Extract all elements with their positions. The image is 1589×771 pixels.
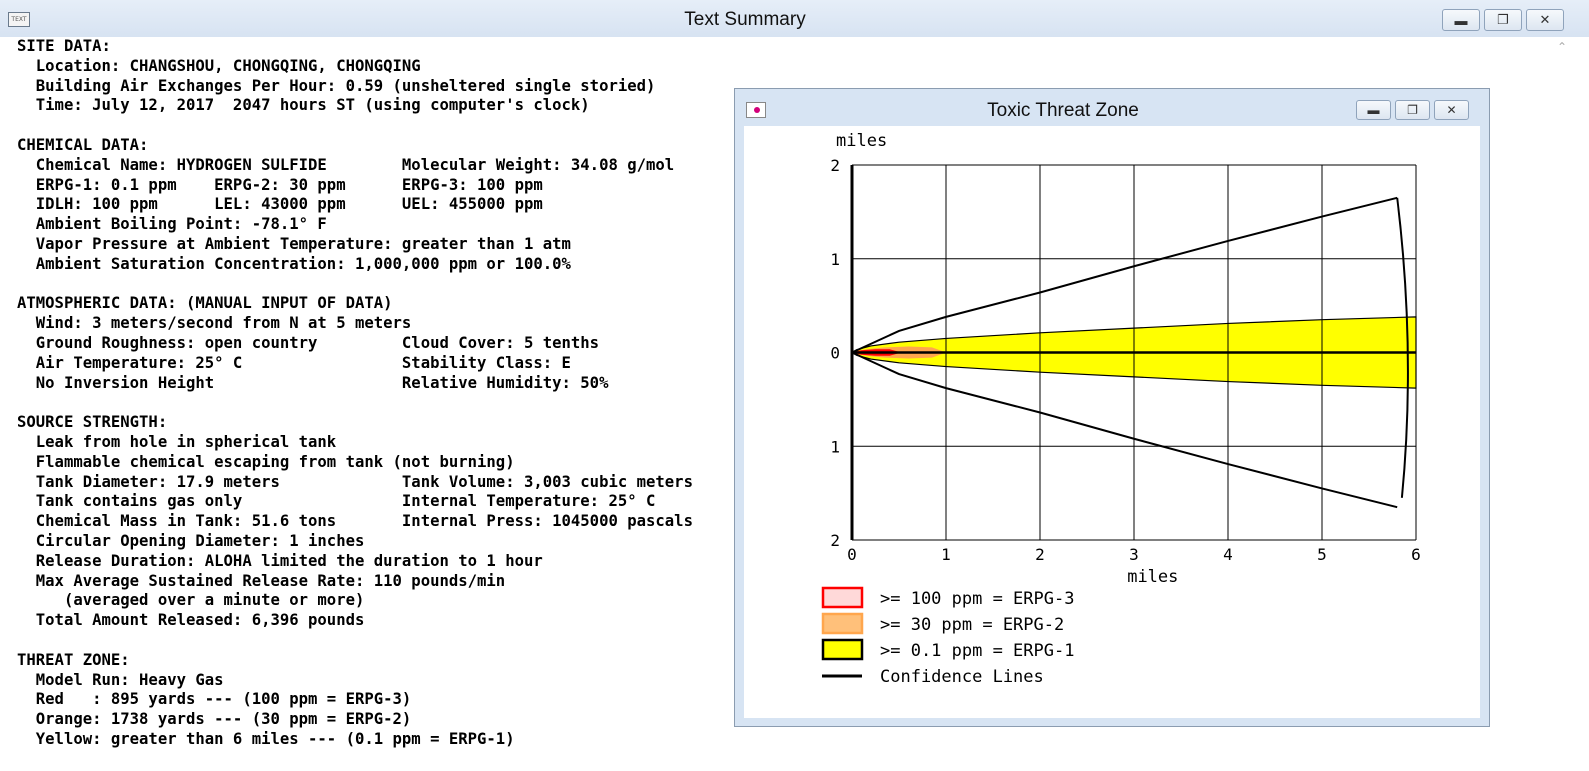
summary-line: CHEMICAL DATA: xyxy=(17,135,149,154)
threat-minimize-button[interactable]: ▬ xyxy=(1356,100,1391,120)
summary-line: ERPG-1: 0.1 ppm ERPG-2: 30 ppm ERPG-3: 1… xyxy=(17,175,543,194)
window-title: Text Summary xyxy=(684,9,806,30)
close-icon: ✕ xyxy=(1446,103,1457,117)
summary-line: SOURCE STRENGTH: xyxy=(17,413,168,432)
threat-close-button[interactable]: ✕ xyxy=(1434,100,1469,120)
legend-label: Confidence Lines xyxy=(880,667,1044,687)
maximize-icon: ❐ xyxy=(1497,12,1509,27)
summary-line: Red : 895 yards --- (100 ppm = ERPG-3) xyxy=(17,690,412,709)
summary-line xyxy=(17,275,693,295)
summary-line: THREAT ZONE: xyxy=(17,650,130,669)
summary-line: Chemical Name: HYDROGEN SULFIDE Molecula… xyxy=(17,155,675,174)
summary-line xyxy=(17,116,693,136)
summary-line: Vapor Pressure at Ambient Temperature: g… xyxy=(17,234,571,253)
x-axis-label: miles xyxy=(1127,567,1178,587)
summary-line: SITE DATA: xyxy=(17,37,111,55)
x-tick-label: 6 xyxy=(1411,545,1421,564)
summary-line: (averaged over a minute or more) xyxy=(17,591,365,610)
summary-line: Flammable chemical escaping from tank (n… xyxy=(17,452,515,471)
summary-line: Location: CHANGSHOU, CHONGQING, CHONGQIN… xyxy=(17,56,421,75)
minimize-button[interactable]: ▬ xyxy=(1442,9,1480,31)
legend-label: >= 30 ppm = ERPG-2 xyxy=(880,615,1064,635)
minimize-icon: ▬ xyxy=(1367,103,1380,117)
toxic-threat-zone-window[interactable]: Toxic Threat Zone ▬ ❐ ✕ 0 1 2 3 4 5 6 2 1 0 1 2 mile… xyxy=(734,88,1490,727)
summary-line: Max Average Sustained Release Rate: 110 … xyxy=(17,571,506,590)
y-axis-label: miles xyxy=(836,131,887,151)
legend-swatch-orange xyxy=(821,612,864,635)
summary-line xyxy=(17,631,693,651)
legend-label: >= 0.1 ppm = ERPG-1 xyxy=(880,641,1074,661)
scroll-up-arrow-icon[interactable]: ⌃ xyxy=(1557,40,1567,54)
maximize-button[interactable]: ❐ xyxy=(1484,9,1522,31)
summary-line: Yellow: greater than 6 miles --- (0.1 pp… xyxy=(17,729,515,748)
x-tick-label: 4 xyxy=(1223,545,1233,564)
summary-line: Chemical Mass in Tank: 51.6 tons Interna… xyxy=(17,512,693,531)
x-tick-label: 0 xyxy=(847,545,857,564)
main-title-bar[interactable]: TEXT Text Summary ▬ ❐ ✕ xyxy=(0,0,1589,37)
y-tick-label: 2 xyxy=(830,156,840,175)
y-tick-label: 2 xyxy=(830,531,840,550)
summary-line: Model Run: Heavy Gas xyxy=(17,670,224,689)
threat-zone-chart: 0 1 2 3 4 5 6 2 1 0 1 2 miles miles >= 100 ppm = ERPG-… xyxy=(821,131,1421,687)
summary-line: No Inversion Height Relative Humidity: 5… xyxy=(17,373,609,392)
legend-swatch-yellow xyxy=(821,638,864,661)
maximize-icon: ❐ xyxy=(1407,103,1418,117)
summary-line: ATMOSPHERIC DATA: (MANUAL INPUT OF DATA) xyxy=(17,294,393,313)
x-tick-label: 5 xyxy=(1317,545,1327,564)
threat-window-title: Toxic Threat Zone xyxy=(987,100,1139,121)
close-icon: ✕ xyxy=(1539,12,1551,27)
summary-line xyxy=(17,393,693,413)
y-tick-label: 1 xyxy=(830,437,840,456)
summary-line: Total Amount Released: 6,396 pounds xyxy=(17,611,365,630)
threat-plot-area: 0 1 2 3 4 5 6 2 1 0 1 2 miles miles >= 100 ppm = ERPG-… xyxy=(744,126,1480,718)
summary-line: Circular Opening Diameter: 1 inches xyxy=(17,531,365,550)
summary-line: Air Temperature: 25° C Stability Class: … xyxy=(17,353,571,372)
summary-line: Wind: 3 meters/second from N at 5 meters xyxy=(17,314,412,333)
legend-label: >= 100 ppm = ERPG-3 xyxy=(880,589,1074,609)
legend-swatch-red xyxy=(821,586,864,609)
summary-line: Time: July 12, 2017 2047 hours ST (using… xyxy=(17,96,590,115)
summary-line: IDLH: 100 ppm LEL: 43000 ppm UEL: 455000… xyxy=(17,195,543,214)
y-tick-label: 1 xyxy=(830,250,840,269)
summary-line: Ambient Saturation Concentration: 1,000,… xyxy=(17,254,571,273)
x-tick-label: 1 xyxy=(941,545,951,564)
summary-line: Orange: 1738 yards --- (30 ppm = ERPG-2) xyxy=(17,710,412,729)
summary-line: Tank contains gas only Internal Temperat… xyxy=(17,492,656,511)
y-tick-label: 0 xyxy=(830,344,840,363)
summary-line: Ambient Boiling Point: -78.1° F xyxy=(17,215,327,234)
summary-line: Ground Roughness: open country Cloud Cov… xyxy=(17,333,600,352)
x-tick-label: 3 xyxy=(1129,545,1139,564)
summary-line: Leak from hole in spherical tank xyxy=(17,432,337,451)
minimize-icon: ▬ xyxy=(1454,12,1468,28)
close-button[interactable]: ✕ xyxy=(1526,9,1564,31)
text-summary: SITE DATA: Location: CHANGSHOU, CHONGQIN… xyxy=(17,37,693,750)
threat-maximize-button[interactable]: ❐ xyxy=(1395,100,1430,120)
summary-line: Building Air Exchanges Per Hour: 0.59 (u… xyxy=(17,76,656,95)
summary-line: Release Duration: ALOHA limited the dura… xyxy=(17,551,543,570)
x-tick-label: 2 xyxy=(1035,545,1045,564)
summary-line: Tank Diameter: 17.9 meters Tank Volume: … xyxy=(17,472,693,491)
